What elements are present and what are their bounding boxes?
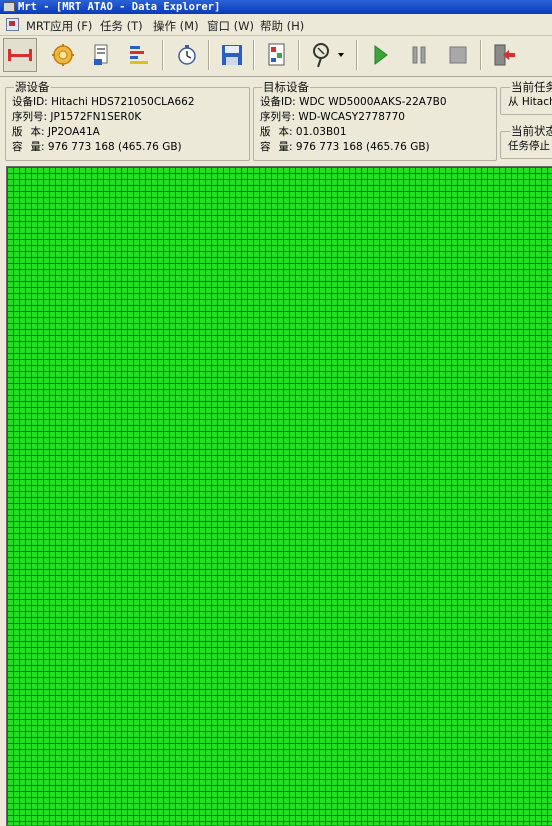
sector-map[interactable] [6, 166, 552, 826]
start-button[interactable] [363, 38, 397, 72]
sector-map-icon [130, 46, 148, 64]
drive-info-icon [94, 44, 108, 65]
target-version-row: 版本: 01.03B01 [260, 126, 347, 138]
source-version: JP2OA41A [47, 126, 100, 138]
menu-task[interactable]: 任务 (T) [100, 18, 143, 34]
source-version-row: 版本: JP2OA41A [12, 126, 100, 138]
connect-drives-icon [8, 49, 32, 61]
toolbar-separator [162, 40, 164, 70]
target-device-id-row: 设备ID: WDC WD5000AAKS-22A7B0 [260, 96, 447, 108]
source-device-id: Hitachi HDS721050CLA662 [51, 96, 195, 108]
key-tool-icon [313, 43, 329, 68]
exit-button[interactable] [487, 38, 521, 72]
target-serial: WD-WCASY2778770 [298, 111, 405, 123]
timer-button[interactable] [170, 38, 204, 72]
current-task-group: 当前任务 从 Hitach [500, 79, 552, 115]
stop-icon [449, 46, 467, 64]
menu-help[interactable]: 帮助 (H) [260, 18, 304, 34]
source-device-legend: 源设备 [15, 80, 50, 94]
pause-button[interactable] [402, 38, 436, 72]
toolbar-separator [356, 40, 358, 70]
toolbar-separator [208, 40, 210, 70]
menu-operation[interactable]: 操作 (M) [153, 18, 199, 34]
settings-button[interactable] [46, 38, 80, 72]
current-status-legend: 当前状态 [511, 124, 552, 138]
sector-map-grid [7, 167, 552, 825]
drive-info-button[interactable] [84, 38, 118, 72]
report-icon [268, 43, 285, 66]
exit-icon [494, 44, 515, 66]
toolbar [0, 36, 552, 77]
stop-button[interactable] [441, 38, 475, 72]
pause-icon [412, 46, 426, 64]
save-button[interactable] [215, 38, 249, 72]
app-icon [3, 2, 15, 12]
child-window-icon[interactable] [6, 18, 19, 31]
target-serial-row: 序列号: WD-WCASY2778770 [260, 111, 405, 123]
chevron-down-icon [338, 53, 344, 57]
current-status-text: 任务停止 [508, 140, 550, 152]
window-title: Mrt - [MRT ATAO - Data Explorer] [18, 1, 221, 13]
menu-window[interactable]: 窗口 (W) [207, 18, 254, 34]
device-info-panel: 源设备 设备ID: Hitachi HDS721050CLA662 序列号: J… [0, 77, 552, 165]
settings-gear-icon [52, 44, 74, 66]
toolbar-separator [298, 40, 300, 70]
target-device-id: WDC WD5000AAKS-22A7B0 [299, 96, 447, 108]
source-capacity: 976 773 168 (465.76 GB) [47, 141, 182, 153]
target-device-group: 目标设备 设备ID: WDC WD5000AAKS-22A7B0 序列号: WD… [253, 79, 497, 161]
source-serial: JP1572FN1SER0K [50, 111, 142, 123]
report-button[interactable] [260, 38, 294, 72]
current-task-text: 从 Hitach [508, 96, 552, 108]
sector-map-button[interactable] [122, 38, 156, 72]
source-device-id-row: 设备ID: Hitachi HDS721050CLA662 [12, 96, 195, 108]
timer-icon [178, 45, 196, 65]
target-capacity-row: 容量: 976 773 168 (465.76 GB) [260, 141, 430, 153]
target-device-legend: 目标设备 [263, 80, 309, 94]
toolbar-separator [253, 40, 255, 70]
play-icon [374, 45, 388, 65]
target-capacity: 976 773 168 (465.76 GB) [295, 141, 430, 153]
menu-bar: MRT应用 (F) 任务 (T) 操作 (M) 窗口 (W) 帮助 (H) [0, 15, 552, 36]
key-tool-dropdown[interactable] [304, 38, 350, 72]
menu-mrt-app[interactable]: MRT应用 (F) [26, 18, 92, 34]
current-status-group: 当前状态 任务停止 [500, 123, 552, 159]
current-task-legend: 当前任务 [511, 80, 552, 94]
target-version: 01.03B01 [295, 126, 347, 138]
source-device-group: 源设备 设备ID: Hitachi HDS721050CLA662 序列号: J… [5, 79, 250, 161]
source-capacity-row: 容量: 976 773 168 (465.76 GB) [12, 141, 182, 153]
connect-drives-button[interactable] [3, 38, 37, 72]
save-icon [222, 45, 242, 65]
source-serial-row: 序列号: JP1572FN1SER0K [12, 111, 142, 123]
toolbar-separator [480, 40, 482, 70]
window-title-bar[interactable]: Mrt - [MRT ATAO - Data Explorer] [0, 0, 552, 14]
